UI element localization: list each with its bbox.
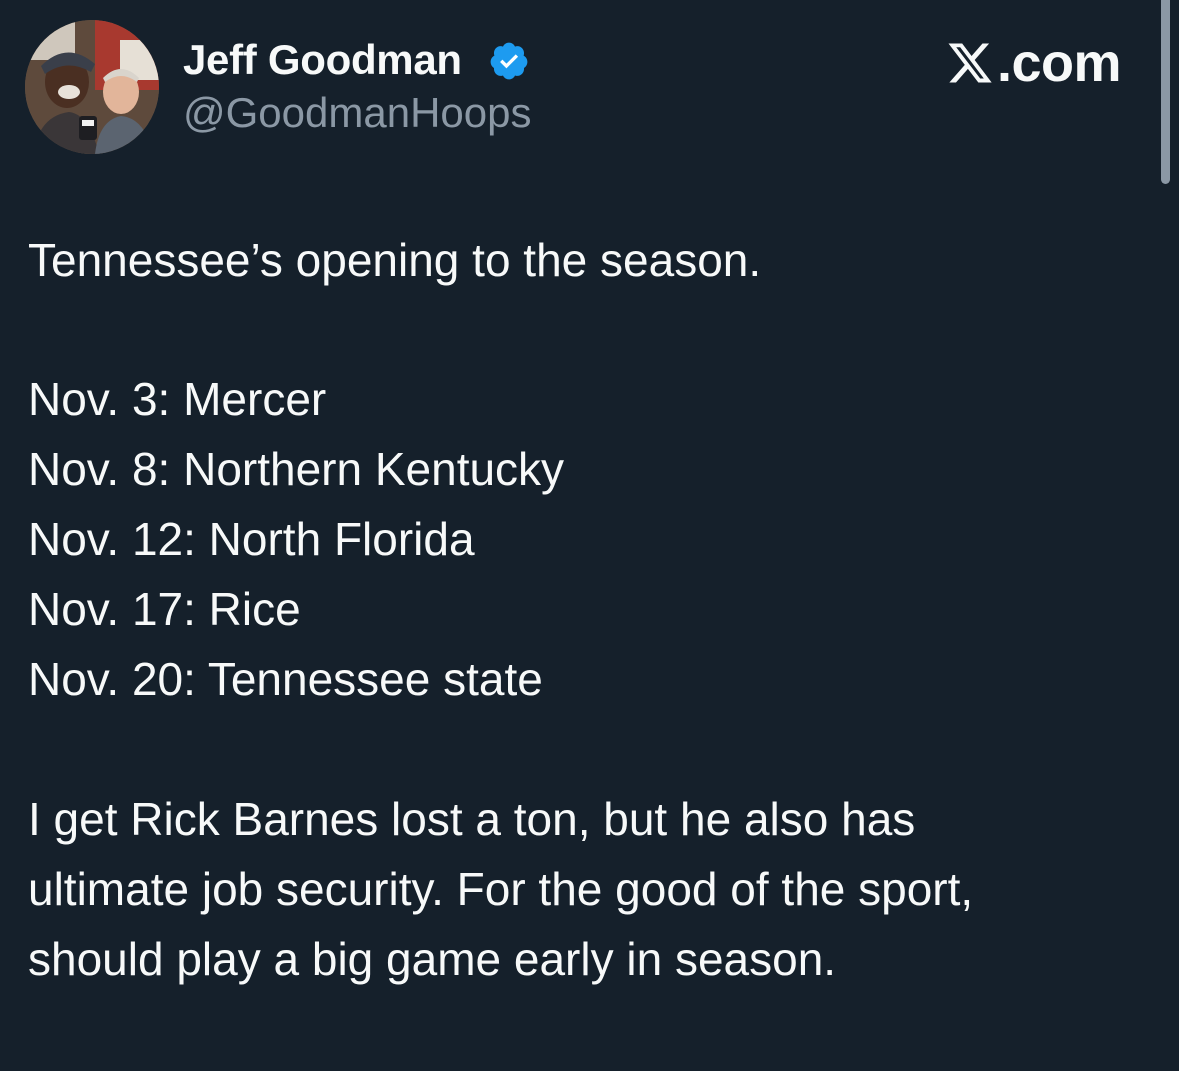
author-display-name[interactable]: Jeff Goodman (183, 36, 462, 84)
brand-domain-suffix: .com (996, 33, 1122, 93)
x-logo-icon (948, 43, 992, 83)
author-handle[interactable]: @GoodmanHoops (183, 88, 532, 138)
schedule-line: Nov. 3: Mercer (28, 373, 327, 425)
verified-badge-icon (490, 42, 528, 80)
schedule-line: Nov. 20: Tennessee state (28, 653, 543, 705)
tweet-closing-line: should play a big game early in season. (28, 933, 837, 985)
schedule-line: Nov. 12: North Florida (28, 513, 475, 565)
scrollbar[interactable] (1161, 0, 1170, 184)
tweet-intro-line: Tennessee’s opening to the season. (28, 234, 762, 286)
avatar-photo (25, 20, 159, 154)
tweet-closing-line: I get Rick Barnes lost a ton, but he als… (28, 793, 916, 845)
tweet-closing-line: ultimate job security. For the good of t… (28, 863, 974, 915)
schedule-line: Nov. 8: Northern Kentucky (28, 443, 565, 495)
schedule-line: Nov. 17: Rice (28, 583, 301, 635)
avatar[interactable] (25, 20, 159, 154)
x-com-brand: .com (945, 33, 1122, 93)
